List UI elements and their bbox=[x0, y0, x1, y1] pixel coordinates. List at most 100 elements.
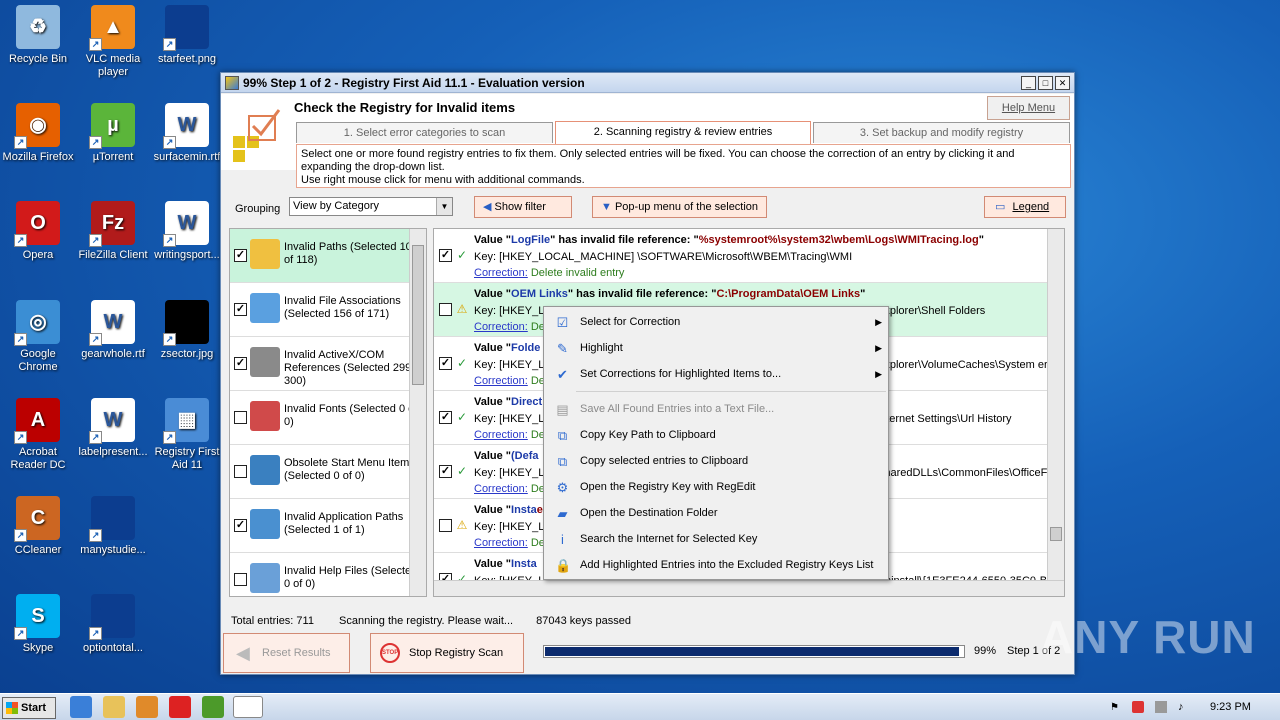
desktop-icon[interactable]: W ↗ writingsport... bbox=[149, 201, 225, 262]
menu-item-label: Search the Internet for Selected Key bbox=[580, 533, 758, 545]
ie-taskbar-icon[interactable] bbox=[70, 696, 92, 718]
show-filter-button[interactable]: ◀ Show filter bbox=[474, 196, 572, 218]
correction-label[interactable]: Correction: bbox=[474, 429, 528, 441]
shortcut-arrow-icon: ↗ bbox=[163, 234, 176, 247]
entry-checkbox[interactable]: ✓ bbox=[439, 249, 452, 262]
title-bar[interactable]: 99% Step 1 of 2 - Registry First Aid 11.… bbox=[221, 73, 1074, 93]
category-checkbox[interactable] bbox=[234, 411, 247, 424]
category-label: Invalid Help Files (Selected 0 of 0) bbox=[284, 565, 418, 590]
correction-label[interactable]: Correction: bbox=[474, 483, 528, 495]
desktop-icon[interactable]: Fz ↗ FileZilla Client bbox=[75, 201, 151, 262]
tab-backup-modify[interactable]: 3. Set backup and modify registry bbox=[813, 122, 1070, 143]
category-icon bbox=[250, 563, 280, 593]
desktop-icon[interactable]: S ↗ Skype bbox=[0, 594, 76, 655]
entry-checkbox[interactable]: ✓ bbox=[439, 411, 452, 424]
desktop-icon-label: Mozilla Firefox bbox=[2, 151, 74, 163]
registry-entry-row[interactable]: ✓ ✓ Value "LogFile" has invalid file refer… bbox=[434, 229, 1064, 283]
entries-scrollbar[interactable] bbox=[1047, 229, 1064, 581]
desktop-icon[interactable]: C ↗ CCleaner bbox=[0, 496, 76, 557]
category-item[interactable]: ✓ Invalid File Associations (Selected 156… bbox=[230, 283, 426, 337]
desktop-icon[interactable]: W ↗ gearwhole.rtf bbox=[75, 300, 151, 361]
correction-label[interactable]: Correction: bbox=[474, 321, 528, 333]
entry-checkbox[interactable]: ✓ bbox=[439, 465, 452, 478]
category-checkbox[interactable] bbox=[234, 573, 247, 586]
correction-label[interactable]: Correction: bbox=[474, 267, 528, 279]
desktop-icon[interactable]: ◎ ↗ Google Chrome bbox=[0, 300, 76, 374]
explorer-taskbar-icon[interactable] bbox=[103, 696, 125, 718]
entry-value-name: OEM Links bbox=[511, 288, 568, 300]
context-menu-item[interactable]: ⧉ Copy Key Path to Clipboard bbox=[544, 422, 888, 448]
category-item[interactable]: Obsolete Start Menu Items (Selected 0 of… bbox=[230, 445, 426, 499]
entry-value-name: Folde bbox=[511, 342, 541, 354]
category-scrollbar[interactable] bbox=[409, 229, 426, 596]
reset-results-button[interactable]: ◀ Reset Results bbox=[223, 633, 350, 673]
category-item[interactable]: ✓ Invalid ActiveX/COM References (Selecte… bbox=[230, 337, 426, 391]
legend-button[interactable]: ▭ Legend bbox=[984, 196, 1066, 218]
desktop-icon[interactable]: ↗ optiontotal... bbox=[75, 594, 151, 655]
category-item[interactable]: ✓ Invalid Paths (Selected 102 of 118) bbox=[230, 229, 426, 283]
context-menu-item[interactable]: i Search the Internet for Selected Key bbox=[544, 526, 888, 552]
context-menu-item[interactable]: ☑ Select for Correction ▶ bbox=[544, 309, 888, 335]
entry-checkbox[interactable] bbox=[439, 519, 452, 532]
scroll-thumb[interactable] bbox=[1050, 527, 1062, 541]
menu-item-label: Select for Correction bbox=[580, 316, 681, 328]
context-menu-item[interactable]: ⧉ Copy selected entries to Clipboard bbox=[544, 448, 888, 474]
help-menu-button[interactable]: Help Menu bbox=[987, 96, 1070, 120]
registry-first-aid-taskbar-icon[interactable] bbox=[233, 696, 263, 718]
desktop-icon[interactable]: A ↗ Acrobat Reader DC bbox=[0, 398, 76, 472]
opera-taskbar-icon[interactable] bbox=[169, 696, 191, 718]
context-menu-item[interactable]: 🔒 Add Highlighted Entries into the Exclud… bbox=[544, 552, 888, 578]
desktop-icon[interactable]: µ ↗ µTorrent bbox=[75, 103, 151, 164]
tab-select-categories[interactable]: 1. Select error categories to scan bbox=[296, 122, 553, 143]
category-checkbox[interactable]: ✓ bbox=[234, 357, 247, 370]
desktop-icon[interactable]: ▲ ↗ VLC media player bbox=[75, 5, 151, 79]
minimize-button[interactable]: _ bbox=[1021, 75, 1036, 90]
popup-menu-button[interactable]: ▼ Pop-up menu of the selection bbox=[592, 196, 767, 218]
stop-scan-button[interactable]: STOP Stop Registry Scan bbox=[370, 633, 524, 673]
category-checkbox[interactable] bbox=[234, 465, 247, 478]
desktop-icon-label: Skype bbox=[22, 642, 54, 654]
entry-checkbox[interactable]: ✓ bbox=[439, 357, 452, 370]
correction-label[interactable]: Correction: bbox=[474, 537, 528, 549]
correction-label[interactable]: Correction: bbox=[474, 375, 528, 387]
context-menu-item[interactable]: ▰ Open the Destination Folder bbox=[544, 500, 888, 526]
entry-checkbox[interactable] bbox=[439, 303, 452, 316]
desktop-icon[interactable]: O ↗ Opera bbox=[0, 201, 76, 262]
tab-scanning-review[interactable]: 2. Scanning registry & review entries bbox=[555, 121, 811, 144]
entry-correction[interactable]: Correction: Delete invalid entry bbox=[474, 265, 1064, 281]
media-player-taskbar-icon[interactable] bbox=[136, 696, 158, 718]
category-checkbox[interactable]: ✓ bbox=[234, 249, 247, 262]
desktop-icon[interactable]: W ↗ surfacemin.rtf bbox=[149, 103, 225, 164]
menu-item-label: Save All Found Entries into a Text File.… bbox=[580, 403, 775, 415]
start-button[interactable]: Start bbox=[2, 697, 56, 719]
category-list: ✓ Invalid Paths (Selected 102 of 118) ✓ Inv… bbox=[229, 228, 427, 597]
maximize-button[interactable]: □ bbox=[1038, 75, 1053, 90]
category-item[interactable]: ✓ Invalid Application Paths (Selected 1 o… bbox=[230, 499, 426, 553]
desktop-icon-label: surfacemin.rtf bbox=[153, 151, 221, 163]
chrome-taskbar-icon[interactable] bbox=[202, 696, 224, 718]
correction-value[interactable]: Delete invalid entry bbox=[531, 267, 625, 279]
context-menu-item[interactable]: ✎ Highlight ▶ bbox=[544, 335, 888, 361]
scroll-thumb[interactable] bbox=[412, 245, 424, 385]
category-item[interactable]: Invalid Help Files (Selected 0 of 0) bbox=[230, 553, 426, 596]
desktop-icon[interactable]: ♻ Recycle Bin bbox=[0, 5, 76, 66]
category-item[interactable]: Invalid Fonts (Selected 0 of 0) bbox=[230, 391, 426, 445]
desktop-icon[interactable]: ↗ starfeet.png bbox=[149, 5, 225, 66]
context-menu-item[interactable]: ✔ Set Corrections for Highlighted Items t… bbox=[544, 361, 888, 387]
category-checkbox[interactable]: ✓ bbox=[234, 519, 247, 532]
desktop-icon[interactable]: ↗ manystudie... bbox=[75, 496, 151, 557]
category-checkbox[interactable]: ✓ bbox=[234, 303, 247, 316]
submenu-arrow-icon: ▶ bbox=[875, 317, 882, 327]
entry-value-name: Direct bbox=[511, 396, 543, 408]
context-menu-item[interactable]: ⚙ Open the Registry Key with RegEdit bbox=[544, 474, 888, 500]
desktop-icon[interactable]: ◉ ↗ Mozilla Firefox bbox=[0, 103, 76, 164]
desktop-icon[interactable]: W ↗ labelpresent... bbox=[75, 398, 151, 459]
entries-hscrollbar[interactable] bbox=[434, 580, 1064, 596]
desktop-icon-label: µTorrent bbox=[92, 151, 134, 163]
grouping-select[interactable]: View by Category ▼ bbox=[289, 197, 453, 216]
desktop-icon[interactable]: ↗ zsector.jpg bbox=[149, 300, 225, 361]
close-button[interactable]: ✕ bbox=[1055, 75, 1070, 90]
ok-check-icon: ✓ bbox=[456, 410, 468, 424]
clock[interactable]: 9:23 PM bbox=[1210, 701, 1251, 713]
desktop-icon[interactable]: ▦ ↗ Registry First Aid 11 bbox=[149, 398, 225, 472]
